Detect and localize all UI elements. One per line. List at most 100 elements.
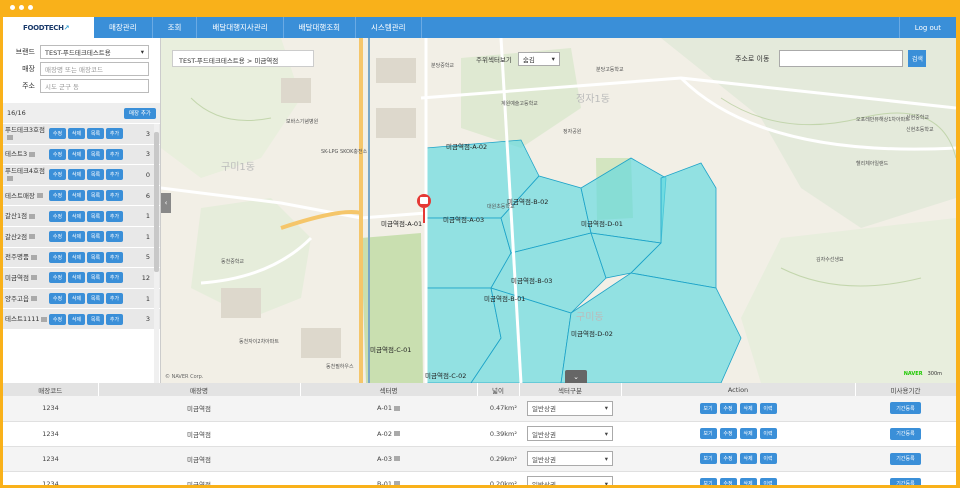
map-view[interactable]: 미금역점-A-01 미금역점-A-02 미금역점-A-03 미금역점-B-01 … — [161, 38, 956, 383]
store-add-sector-button[interactable]: 추가 — [106, 190, 123, 202]
sector-type-select[interactable]: 일반상권 ▾ — [527, 426, 613, 441]
logout-button[interactable]: Log out — [898, 17, 956, 38]
register-period-button[interactable]: 기간등록 — [890, 477, 921, 485]
store-list-item[interactable]: 푸드테크3호점 수정 삭제 목록 추가 3 — [3, 124, 160, 145]
nav-item-delivery-lookup[interactable]: 배달대행조회 — [284, 17, 357, 38]
store-add-sector-button[interactable]: 추가 — [106, 251, 123, 263]
store-add-sector-button[interactable]: 추가 — [106, 148, 123, 160]
store-edit-button[interactable]: 수정 — [49, 128, 66, 140]
store-add-sector-button[interactable]: 추가 — [106, 293, 123, 305]
store-list-item[interactable]: 갈산2점 수정 삭제 목록 추가 1 — [3, 226, 160, 248]
store-delete-button[interactable]: 삭제 — [68, 231, 85, 243]
store-search-input[interactable]: 매장명 또는 매장코드 — [40, 62, 149, 76]
store-edit-button[interactable]: 수정 — [49, 210, 66, 222]
store-delete-button[interactable]: 삭제 — [68, 293, 85, 305]
store-edit-button[interactable]: 수정 — [49, 272, 66, 284]
delete-button[interactable]: 삭제 — [739, 402, 757, 414]
store-list-button[interactable]: 목록 — [87, 251, 104, 263]
address-search-input[interactable]: 시도 군구 동 — [40, 79, 149, 93]
store-list-item[interactable]: 양주고읍 수정 삭제 목록 추가 1 — [3, 288, 160, 310]
store-edit-button[interactable]: 수정 — [49, 251, 66, 263]
store-edit-button[interactable]: 수정 — [49, 231, 66, 243]
store-edit-button[interactable]: 수정 — [49, 169, 66, 181]
store-list-button[interactable]: 목록 — [87, 210, 104, 222]
register-period-button[interactable]: 기간등록 — [890, 402, 921, 415]
address-search-button[interactable]: 검색 — [908, 50, 927, 67]
store-list-button[interactable]: 목록 — [87, 231, 104, 243]
table-row[interactable]: 1234 미금역점 B-01 0.20km² 일반상권 ▾ 보기 수정 삭제 이력 기간등록 — [3, 471, 956, 485]
scrollbar-thumb[interactable] — [154, 132, 159, 272]
store-delete-button[interactable]: 삭제 — [68, 313, 85, 325]
history-button[interactable]: 이력 — [759, 478, 777, 485]
store-edit-button[interactable]: 수정 — [49, 293, 66, 305]
sector-type-select[interactable]: 일반상권 ▾ — [527, 476, 613, 485]
sector-type-select[interactable]: 일반상권 ▾ — [527, 400, 613, 416]
view-button[interactable]: 보기 — [699, 428, 717, 439]
nav-item-branch-mgmt[interactable]: 배달대행지사관리 — [197, 17, 284, 38]
store-list-item[interactable]: 테스트3 수정 삭제 목록 추가 3 — [3, 144, 160, 166]
table-row[interactable]: 1234 미금역점 A-02 0.39km² 일반상권 ▾ 보기 수정 삭제 이력 기간등록 — [3, 421, 956, 447]
brand-select[interactable]: TEST-푸드테크테스트용 ▾ — [40, 45, 149, 59]
view-button[interactable]: 보기 — [699, 402, 717, 414]
store-edit-button[interactable]: 수정 — [49, 148, 66, 160]
sector-type-select[interactable]: 일반상권 ▾ — [527, 451, 613, 466]
store-list-item[interactable]: 푸드테크4호점 수정 삭제 목록 추가 0 — [3, 165, 160, 186]
col-header-sector-type[interactable]: 섹터구분 — [519, 383, 622, 396]
history-button[interactable]: 이력 — [759, 428, 777, 439]
store-delete-button[interactable]: 삭제 — [68, 210, 85, 222]
edit-button[interactable]: 수정 — [719, 402, 737, 414]
store-delete-button[interactable]: 삭제 — [68, 190, 85, 202]
add-store-button[interactable]: 매장 추가 — [124, 107, 156, 119]
table-row[interactable]: 1234 미금역점 A-03 0.29km² 일반상권 ▾ 보기 수정 삭제 이력 기간등록 — [3, 446, 956, 472]
nav-item-system-mgmt[interactable]: 시스템관리 — [356, 17, 422, 38]
store-add-sector-button[interactable]: 추가 — [106, 231, 123, 243]
store-delete-button[interactable]: 삭제 — [68, 272, 85, 284]
store-edit-button[interactable]: 수정 — [49, 190, 66, 202]
store-list-button[interactable]: 목록 — [87, 169, 104, 181]
toggle-table-button[interactable]: ⌄ — [565, 370, 587, 383]
col-header-store-name[interactable]: 매장명 — [98, 383, 301, 396]
nav-item-lookup[interactable]: 조회 — [153, 17, 198, 38]
store-list-button[interactable]: 목록 — [87, 148, 104, 160]
store-delete-button[interactable]: 삭제 — [68, 128, 85, 140]
store-list-item[interactable]: 갈산1점 수정 삭제 목록 추가 1 — [3, 206, 160, 227]
edit-button[interactable]: 수정 — [719, 428, 737, 439]
col-header-store-code[interactable]: 매장코드 — [3, 383, 99, 396]
store-add-sector-button[interactable]: 추가 — [106, 272, 123, 284]
view-button[interactable]: 보기 — [699, 453, 717, 464]
table-row[interactable]: 1234 미금역점 A-01 0.47km² 일반상권 ▾ 보기 수정 삭제 이력 기간등록 — [3, 396, 956, 422]
store-delete-button[interactable]: 삭제 — [68, 169, 85, 181]
delete-button[interactable]: 삭제 — [739, 478, 757, 485]
store-list-button[interactable]: 목록 — [87, 272, 104, 284]
logo[interactable]: FOODTECH ↗ — [3, 17, 94, 38]
sector-view-select[interactable]: 숨김 ▾ — [517, 52, 560, 66]
store-list-button[interactable]: 목록 — [87, 313, 104, 325]
delete-button[interactable]: 삭제 — [739, 453, 757, 464]
store-add-sector-button[interactable]: 추가 — [106, 128, 123, 140]
store-list-item[interactable]: 전주명품 수정 삭제 목록 추가 5 — [3, 247, 160, 269]
store-delete-button[interactable]: 삭제 — [68, 148, 85, 160]
store-add-sector-button[interactable]: 추가 — [106, 313, 123, 325]
store-list-item[interactable]: 테스트1111 수정 삭제 목록 추가 3 — [3, 309, 160, 330]
history-button[interactable]: 이력 — [759, 402, 777, 414]
store-list-item[interactable]: 테스트매장 수정 삭제 목록 추가 6 — [3, 185, 160, 207]
store-list-scrollbar[interactable] — [154, 124, 159, 383]
edit-button[interactable]: 수정 — [719, 478, 737, 485]
history-button[interactable]: 이력 — [759, 453, 777, 464]
edit-button[interactable]: 수정 — [719, 453, 737, 464]
store-list-button[interactable]: 목록 — [87, 128, 104, 140]
store-list-button[interactable]: 목록 — [87, 293, 104, 305]
register-period-button[interactable]: 기간등록 — [890, 427, 921, 440]
store-delete-button[interactable]: 삭제 — [68, 251, 85, 263]
store-list-item[interactable]: 미금역점 수정 삭제 목록 추가 12 — [3, 268, 160, 289]
register-period-button[interactable]: 기간등록 — [890, 452, 921, 465]
nav-item-store-mgmt[interactable]: 매장관리 — [94, 17, 153, 38]
view-button[interactable]: 보기 — [699, 478, 717, 485]
address-move-input[interactable] — [779, 50, 904, 67]
store-list-button[interactable]: 목록 — [87, 190, 104, 202]
store-edit-button[interactable]: 수정 — [49, 313, 66, 325]
store-add-sector-button[interactable]: 추가 — [106, 169, 123, 181]
delete-button[interactable]: 삭제 — [739, 428, 757, 439]
store-add-sector-button[interactable]: 추가 — [106, 210, 123, 222]
collapse-sidebar-button[interactable]: ‹ — [161, 193, 171, 213]
